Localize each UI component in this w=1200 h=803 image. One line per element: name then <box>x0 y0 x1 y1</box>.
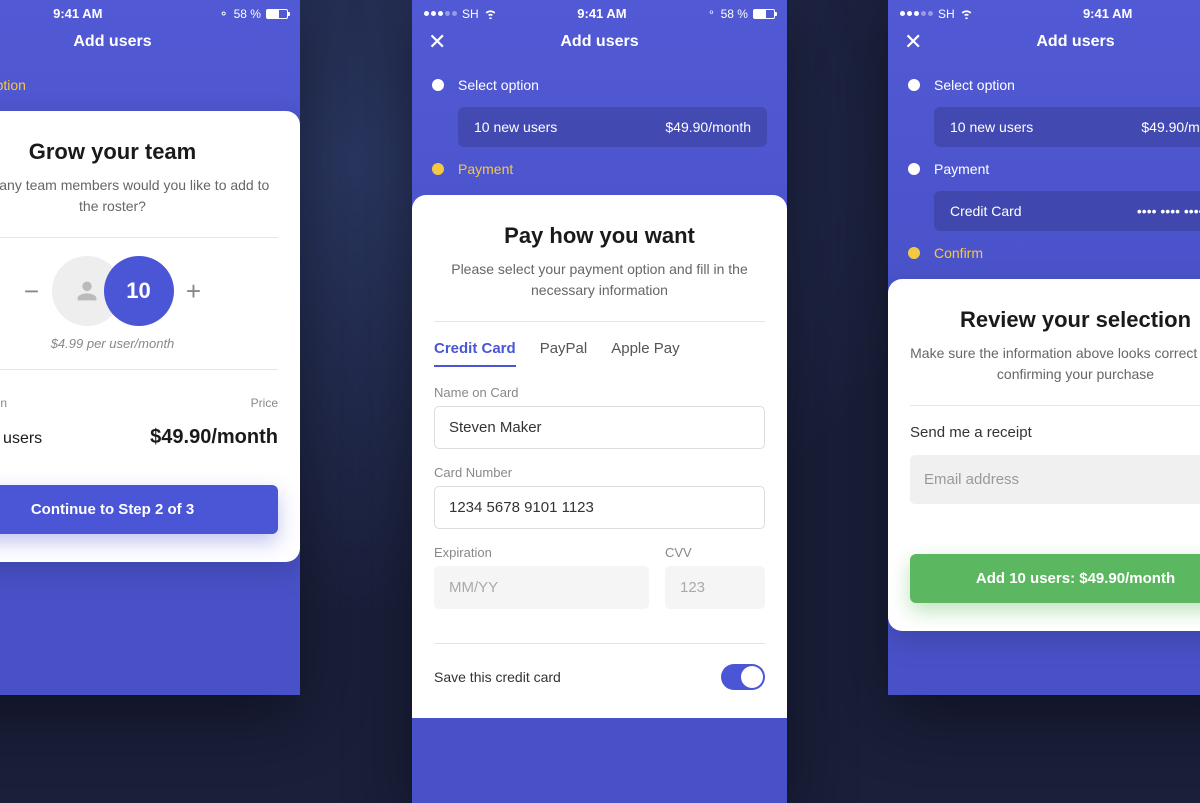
summary-users: 10 new users <box>474 119 557 135</box>
summary-users: 10 new users <box>950 119 1033 135</box>
status-bar: SH 9:41 AM ⚬ <box>888 0 1200 25</box>
status-bar: SH 9:41 AM ⚬ 58 % <box>412 0 787 25</box>
cvv-label: CVV <box>665 545 765 560</box>
expiration-label: Expiration <box>434 545 649 560</box>
card-title: Pay how you want <box>434 223 765 249</box>
divider <box>910 405 1200 406</box>
summary-price: $49.90/month <box>665 119 751 135</box>
summary-pill-users[interactable]: 10 new users $49.90/month <box>458 107 767 147</box>
name-input[interactable]: Steven Maker <box>434 406 765 449</box>
step-bullet-icon <box>908 79 920 91</box>
step-bullet-icon <box>908 247 920 259</box>
nav-bar: ✕ Add users <box>412 25 787 67</box>
step-confirm: Confirm <box>888 235 1200 271</box>
bluetooth-icon: ⚬ <box>219 7 229 21</box>
battery-icon <box>753 9 775 19</box>
screen-confirm: SH 9:41 AM ⚬ ✕ Add users Select option 1… <box>888 0 1200 695</box>
card-subtitle: How many team members would you like to … <box>0 175 278 217</box>
increment-button[interactable]: + <box>174 276 214 307</box>
carrier-label: SH <box>938 7 955 21</box>
step-select-option[interactable]: Select option <box>888 67 1200 103</box>
battery-percent: 58 % <box>234 7 261 21</box>
save-card-toggle[interactable] <box>721 664 765 690</box>
nav-title: Add users <box>560 33 638 51</box>
screen-select-option: 9:41 AM ⚬ 58 % Add users Select option G… <box>0 0 300 695</box>
payment-tabs: Credit Card PayPal Apple Pay <box>434 340 765 367</box>
step-payment[interactable]: Payment <box>888 151 1200 187</box>
step-select-option[interactable]: Select option <box>412 67 787 103</box>
nav-title: Add users <box>73 33 151 51</box>
close-button[interactable]: ✕ <box>904 29 922 55</box>
card-number-input[interactable]: 1234 5678 9101 1123 <box>434 486 765 529</box>
bluetooth-icon: ⚬ <box>707 8 715 19</box>
decrement-button[interactable]: − <box>12 276 52 307</box>
expiration-input[interactable]: MM/YY <box>434 566 649 609</box>
user-count: 10 <box>104 256 174 326</box>
step-payment: Payment <box>412 151 787 187</box>
wifi-icon <box>484 9 497 19</box>
step-select-option: Select option <box>0 67 300 103</box>
status-time: 9:41 AM <box>53 6 102 21</box>
step-bullet-icon <box>908 163 920 175</box>
card-subtitle: Make sure the information above looks co… <box>910 343 1200 385</box>
price-hint: $4.99 per user/month <box>0 336 278 351</box>
summary-cc: Credit Card <box>950 203 1022 219</box>
save-card-label: Save this credit card <box>434 669 561 685</box>
divider <box>0 369 278 370</box>
battery-icon <box>266 9 288 19</box>
nav-bar: ✕ Add users <box>888 25 1200 67</box>
carrier-label: SH <box>462 7 479 21</box>
email-input[interactable]: Email address <box>910 455 1200 504</box>
quantity-stepper: − 10 + <box>0 256 278 326</box>
tab-apple-pay[interactable]: Apple Pay <box>611 340 679 367</box>
close-button[interactable]: ✕ <box>428 29 446 55</box>
summary-price: $49.90/month <box>150 426 278 449</box>
summary-price: $49.90/month <box>1141 119 1200 135</box>
card-number-label: Card Number <box>434 465 765 480</box>
confirm-button[interactable]: Add 10 users: $49.90/month <box>910 554 1200 603</box>
col-description: Description <box>0 396 7 410</box>
step-bullet-icon <box>432 163 444 175</box>
cvv-input[interactable]: 123 <box>665 566 765 609</box>
summary-pill-users[interactable]: 10 new users $49.90/month <box>934 107 1200 147</box>
status-bar: 9:41 AM ⚬ 58 % <box>0 0 300 25</box>
step-bullet-icon <box>432 79 444 91</box>
summary-users: 10 new users <box>0 430 42 448</box>
battery-percent: 58 % <box>721 7 748 21</box>
receipt-label: Send me a receipt <box>910 424 1200 441</box>
divider <box>434 643 765 644</box>
status-time: 9:41 AM <box>577 6 626 21</box>
card-title: Review your selection <box>910 307 1200 333</box>
continue-button[interactable]: Continue to Step 2 of 3 <box>0 485 278 534</box>
signal-icon <box>900 11 933 16</box>
col-price: Price <box>251 396 278 410</box>
divider <box>0 237 278 238</box>
name-label: Name on Card <box>434 385 765 400</box>
card-title: Grow your team <box>0 139 278 165</box>
status-time: 9:41 AM <box>1083 6 1132 21</box>
summary-cc-masked: •••• •••• •••• •••• <box>1137 203 1200 219</box>
screen-payment: SH 9:41 AM ⚬ 58 % ✕ Add users Select opt… <box>412 0 787 803</box>
wifi-icon <box>960 9 973 19</box>
tab-credit-card[interactable]: Credit Card <box>434 340 516 367</box>
signal-icon <box>424 11 457 16</box>
divider <box>434 321 765 322</box>
nav-title: Add users <box>1036 33 1114 51</box>
card-subtitle: Please select your payment option and fi… <box>434 259 765 301</box>
nav-bar: Add users <box>0 25 300 67</box>
summary-pill-payment[interactable]: Credit Card •••• •••• •••• •••• <box>934 191 1200 231</box>
tab-paypal[interactable]: PayPal <box>540 340 588 367</box>
